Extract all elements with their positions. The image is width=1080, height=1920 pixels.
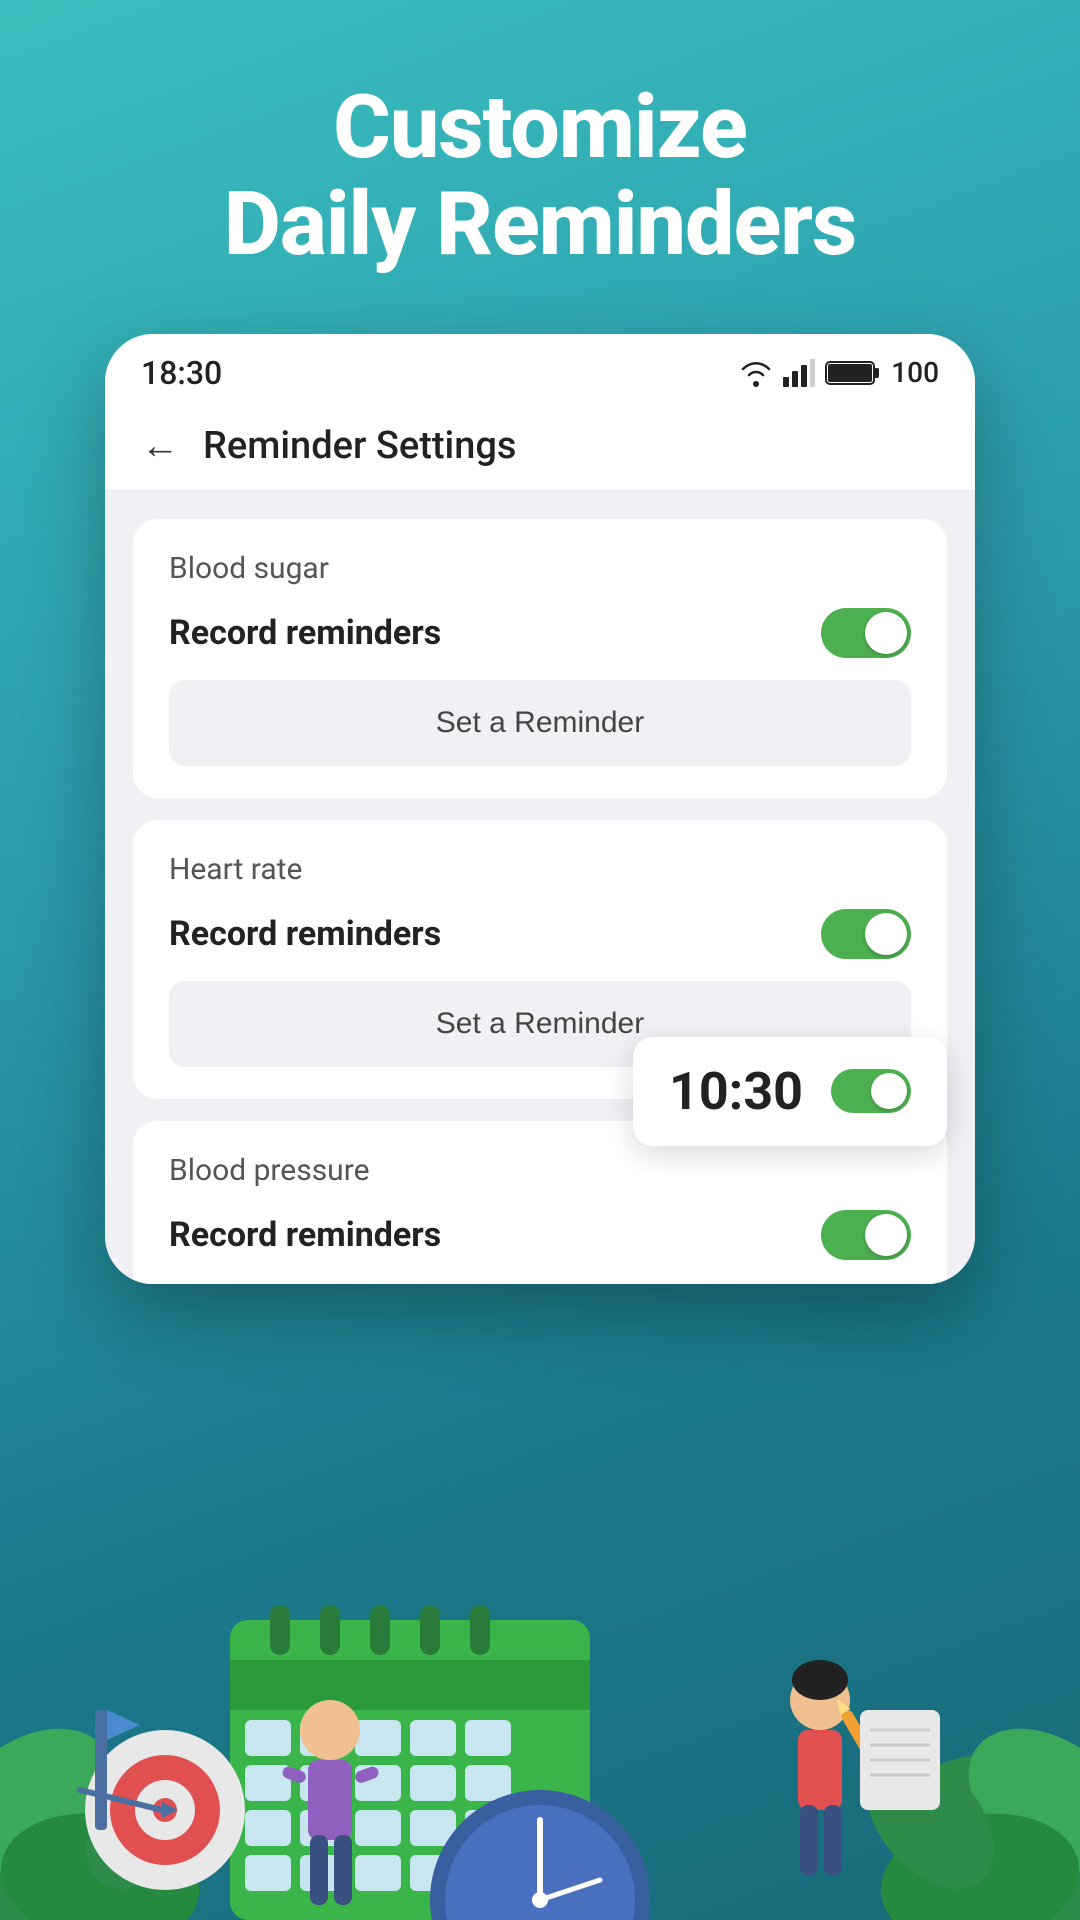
page-header: Customize Daily Reminders bbox=[224, 80, 856, 274]
blood-pressure-toggle-row: Record reminders bbox=[169, 1210, 911, 1260]
phone-mockup: 18:30 100 ← R bbox=[105, 334, 975, 1284]
wifi-icon bbox=[739, 359, 773, 387]
blood-sugar-title: Blood sugar bbox=[169, 551, 911, 586]
heart-rate-toggle[interactable] bbox=[821, 909, 911, 959]
status-icons: 100 bbox=[739, 356, 939, 389]
status-time: 18:30 bbox=[141, 354, 222, 392]
header-title-line2: Daily Reminders bbox=[224, 177, 856, 274]
status-bar: 18:30 100 bbox=[105, 334, 975, 406]
heart-rate-toggle-label: Record reminders bbox=[169, 914, 441, 954]
heart-rate-title: Heart rate bbox=[169, 852, 911, 887]
popup-time: 10:30 bbox=[669, 1061, 803, 1122]
blood-sugar-toggle-label: Record reminders bbox=[169, 613, 441, 653]
battery-icon bbox=[825, 359, 881, 387]
blood-sugar-card: Blood sugar Record reminders Set a Remin… bbox=[133, 519, 947, 798]
app-bar-title: Reminder Settings bbox=[203, 424, 516, 468]
blood-sugar-set-reminder-button[interactable]: Set a Reminder bbox=[169, 680, 911, 766]
blood-sugar-toggle[interactable] bbox=[821, 608, 911, 658]
battery-level: 100 bbox=[891, 356, 939, 389]
header-title-line1: Customize bbox=[224, 80, 856, 177]
illustration-svg bbox=[0, 1420, 1080, 1920]
illustration-area bbox=[0, 1420, 1080, 1920]
heart-rate-toggle-row: Record reminders bbox=[169, 909, 911, 959]
blood-pressure-toggle-label: Record reminders bbox=[169, 1215, 441, 1255]
content-wrapper: Blood sugar Record reminders Set a Remin… bbox=[105, 491, 975, 1284]
back-button[interactable]: ← bbox=[141, 424, 179, 468]
blood-pressure-title: Blood pressure bbox=[169, 1153, 911, 1188]
app-bar: ← Reminder Settings bbox=[105, 406, 975, 491]
content-area: Blood sugar Record reminders Set a Remin… bbox=[105, 491, 975, 1284]
signal-icon bbox=[783, 359, 815, 387]
time-popup: 10:30 bbox=[633, 1037, 947, 1146]
blood-pressure-toggle[interactable] bbox=[821, 1210, 911, 1260]
blood-sugar-toggle-row: Record reminders bbox=[169, 608, 911, 658]
popup-toggle[interactable] bbox=[831, 1069, 911, 1113]
